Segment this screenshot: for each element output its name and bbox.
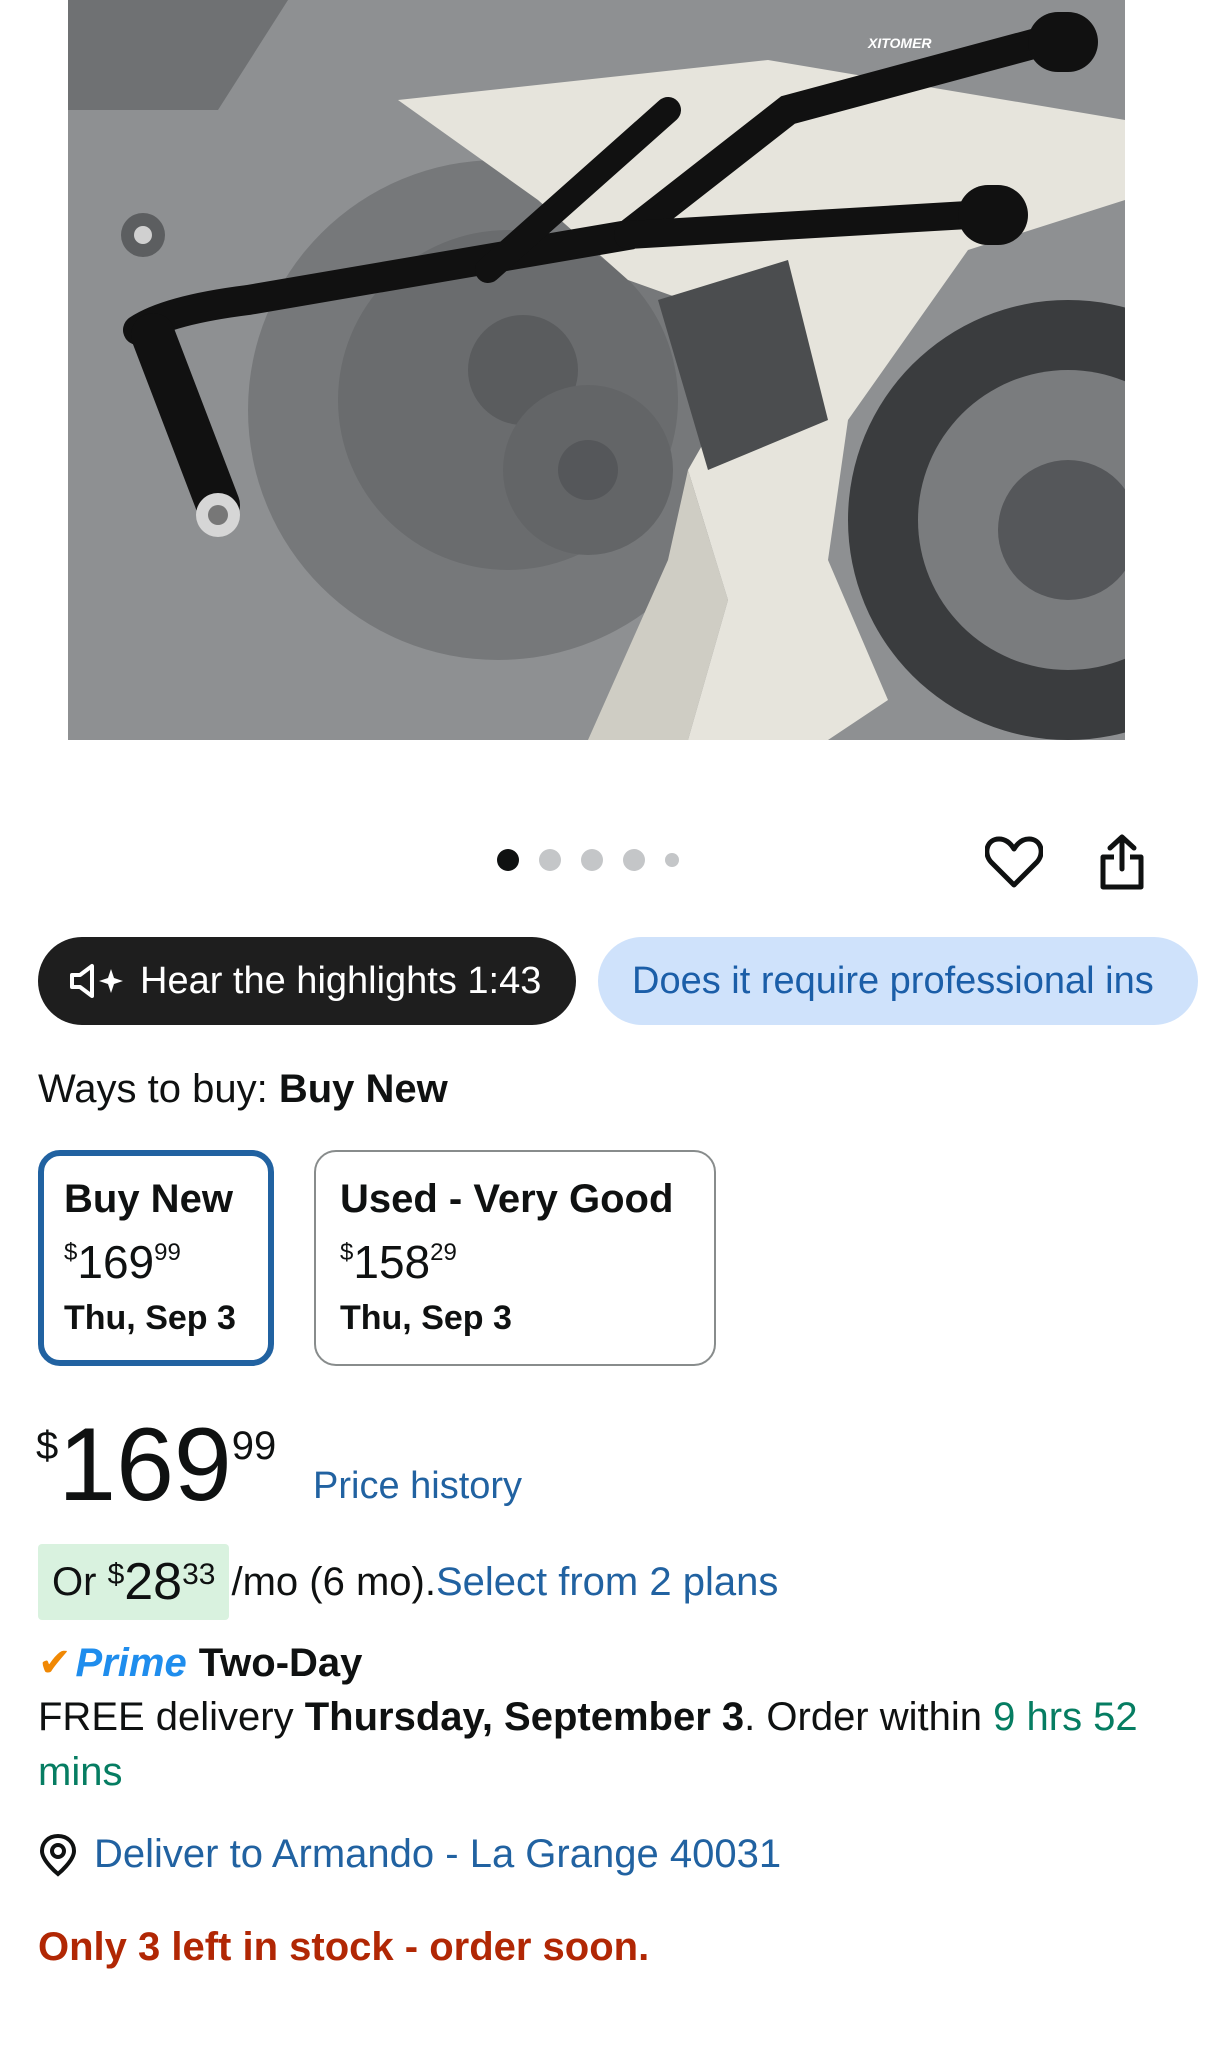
buy-option-title: Buy New [64,1177,233,1221]
installment-prefix: Or [52,1559,97,1604]
buy-option-date: Thu, Sep 3 [64,1299,236,1337]
deliver-to-label: Deliver to Armando - La Grange 40031 [94,1832,782,1876]
product-image[interactable]: XITOMER [68,0,1125,740]
question-chip-label: Does it require professional ins [632,959,1154,1002]
buy-option-price: $15829 [340,1236,457,1288]
installment-suffix: /mo (6 mo). [231,1559,436,1604]
installment-highlight: Or $28 33 [38,1544,230,1620]
ways-to-buy-value: Buy New [278,1067,448,1111]
pill-row: Hear the highlights 1:43 Does it require… [38,937,1198,1025]
stock-warning: Only 3 left in stock - order soon. [38,1925,650,1969]
carousel-dot-5[interactable] [665,853,679,867]
prime-badge: ✔ Prime Two-Day [38,1640,362,1686]
add-to-list-button[interactable] [982,830,1046,894]
prime-speed: Two-Day [198,1640,363,1685]
delivery-prefix: FREE delivery [38,1695,294,1739]
hear-highlights-label: Hear the highlights 1:43 [140,959,542,1002]
select-plans-link[interactable]: Select from 2 plans [436,1560,778,1605]
heart-icon [985,836,1043,888]
price-fraction: 99 [231,1424,277,1468]
check-icon: ✔ [38,1641,72,1685]
hear-highlights-button[interactable]: Hear the highlights 1:43 [38,937,576,1025]
location-pin-icon [38,1833,78,1877]
price-history-link[interactable]: Price history [313,1465,522,1508]
price-currency: $ [36,1424,59,1468]
buy-options: Buy New $16999 Thu, Sep 3 Used - Very Go… [38,1150,716,1366]
installment-currency: $ [107,1558,125,1591]
buy-option-title: Used - Very Good [340,1177,674,1221]
installment-fraction: 33 [182,1558,216,1591]
carousel-dots [497,849,679,871]
delivery-date: Thursday, September 3 [304,1695,745,1739]
price-whole: 169 [58,1407,232,1523]
prime-label: Prime [75,1640,187,1685]
buy-option-used[interactable]: Used - Very Good $15829 Thu, Sep 3 [314,1150,716,1366]
carousel-dot-3[interactable] [581,849,603,871]
share-button[interactable] [1090,830,1154,894]
speaker-sparkle-icon [68,963,126,999]
ways-to-buy: Ways to buy: Buy New [38,1067,448,1112]
buy-option-date: Thu, Sep 3 [340,1299,512,1337]
carousel-dot-1[interactable] [497,849,519,871]
installment-whole: 28 [124,1553,183,1611]
deliver-to-link[interactable]: Deliver to Armando - La Grange 40031 [38,1832,781,1877]
carousel-dot-2[interactable] [539,849,561,871]
carousel-dot-4[interactable] [623,849,645,871]
buy-option-price: $16999 [64,1236,181,1288]
share-icon [1100,834,1144,890]
buy-option-new[interactable]: Buy New $16999 Thu, Sep 3 [38,1150,274,1366]
brand-mark: XITOMER [867,35,932,51]
ways-to-buy-label: Ways to buy: [38,1067,268,1111]
question-chip[interactable]: Does it require professional ins [598,937,1198,1025]
installment-offer: Or $28 33 /mo (6 mo). Select from 2 plans [38,1544,778,1620]
main-price: $ 169 99 [36,1410,276,1520]
delivery-info: FREE delivery Thursday, September 3. Ord… [38,1690,1178,1800]
delivery-middle: . Order within [744,1695,983,1739]
